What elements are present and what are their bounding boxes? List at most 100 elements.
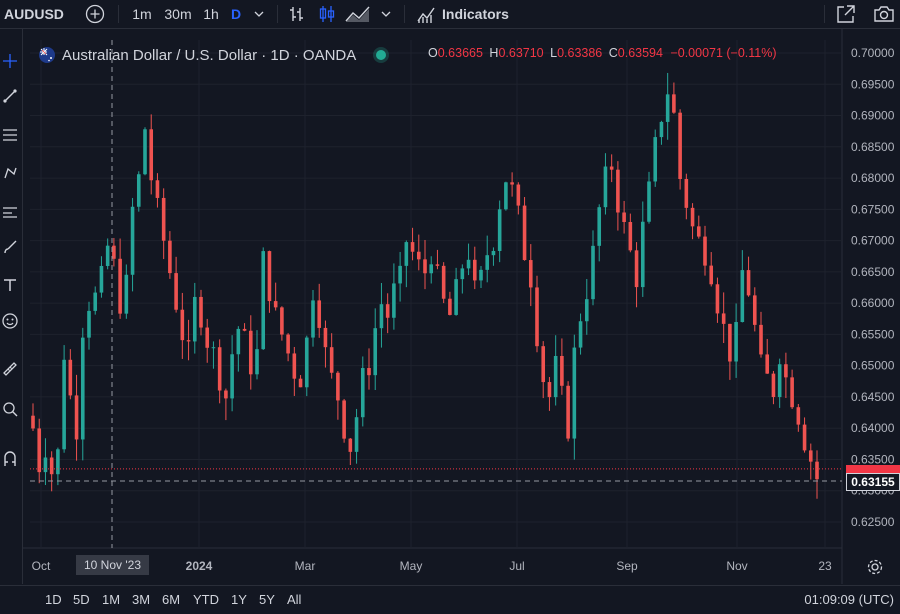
candle-body [765,354,770,374]
camera-icon[interactable] [872,0,896,28]
open-value: 0.63665 [437,46,483,60]
candle-body [616,169,620,213]
candle-body [236,328,241,355]
price-tick-label: 0.66500 [851,265,895,279]
range-6m[interactable]: 6M [162,592,180,607]
range-5y[interactable]: 5Y [259,592,275,607]
candle-body [441,265,446,299]
candle-body [516,184,521,206]
candle-body [211,347,216,349]
market-status-icon[interactable] [376,50,387,60]
candle-body [105,245,110,266]
candle-body [99,265,104,293]
price-tick-label: 0.68500 [851,140,895,154]
candle-body [429,264,434,274]
indicators-button[interactable]: Indicators [442,0,512,28]
range-3m[interactable]: 3M [132,592,150,607]
interval-d[interactable]: D [227,0,245,28]
time-tick-label: Jul [509,559,524,573]
interval-30m[interactable]: 30m [162,0,194,28]
candle-body [174,273,178,310]
candle-body [68,359,73,396]
gear-icon[interactable] [866,558,884,576]
crosshair-tool-icon[interactable] [0,49,20,73]
symbol-search[interactable]: AUDUSD [4,0,64,28]
candle-body [118,258,122,314]
symbol-title[interactable]: Australian Dollar / U.S. Dollar · 1D · O… [62,47,356,64]
price-tick-label: 0.64000 [851,421,895,435]
pattern-tool-icon[interactable] [0,161,20,185]
candles-chart-type-icon[interactable] [316,0,338,28]
chart-pane[interactable]: 0.70000 0.69500 0.69000 0.68500 0.68000 0.675… [23,29,900,584]
fib-tool-icon[interactable] [0,123,20,147]
candle-body [448,298,452,315]
zoom-in-icon[interactable] [0,397,20,421]
time-tick-label: Mar [295,559,316,573]
range-5d[interactable]: 5D [73,592,90,607]
candle-body [404,242,409,266]
candle-body [161,197,166,241]
candle-body [199,296,203,328]
emoji-tool-icon[interactable] [0,309,20,333]
candle-body [591,245,595,300]
interval-1h[interactable]: 1h [199,0,223,28]
interval-1m[interactable]: 1m [128,0,156,28]
fullscreen-popout-icon[interactable] [834,0,858,28]
range-ytd[interactable]: YTD [193,592,219,607]
brush-tool-icon[interactable] [0,235,20,259]
price-tick-label: 0.66000 [851,296,895,310]
bar-chart-type-icon[interactable] [286,0,308,28]
forecast-tool-icon[interactable] [0,200,20,224]
range-1y[interactable]: 1Y [231,592,247,607]
candle-body [578,321,583,348]
candle-body [603,166,608,208]
compare-add-icon[interactable] [84,0,106,28]
high-value: 0.63710 [498,46,544,60]
trendline-tool-icon[interactable] [0,84,20,108]
candle-body [385,304,390,318]
chevron-down-icon[interactable] [249,0,269,28]
candle-body [74,395,79,440]
candle-body [672,94,676,113]
candle-body [547,382,552,398]
candle-body [790,377,794,408]
chevron-down-icon[interactable] [377,0,395,28]
candle-body [354,417,359,452]
candle-body [261,251,266,350]
candle-body [740,270,745,323]
range-all[interactable]: All [287,592,301,607]
candle-body [690,207,695,227]
candle-body [628,222,633,251]
range-1m[interactable]: 1M [102,592,120,607]
candle-body [360,368,365,418]
candle-body [230,354,234,399]
candle-body [367,368,371,376]
ruler-tool-icon[interactable] [0,357,20,381]
candle-body [553,355,558,398]
candle-body [504,182,508,210]
text-tool-icon[interactable] [0,273,20,297]
candle-body [721,313,726,324]
candle-body [728,323,732,362]
candle-body [416,251,421,260]
candle-body [491,250,496,256]
area-chart-type-icon[interactable] [344,0,372,28]
utc-clock[interactable]: 01:09:09 (UTC) [804,592,894,607]
time-tick-label: Sep [616,559,638,573]
price-tick-label: 0.68000 [851,171,895,185]
magnet-icon[interactable] [0,447,20,471]
candle-body [734,322,738,362]
candle-body [398,265,402,284]
candle-body [659,121,664,138]
crosshair-price-label: 0.63155 [846,473,900,491]
candlestick-chart[interactable]: 0.70000 0.69500 0.69000 0.68500 0.68000 0.675… [23,29,900,584]
candle-body [62,359,66,450]
candle-body [149,129,154,181]
candle-body [541,346,546,383]
candle-body [802,424,807,451]
candle-body [31,415,35,429]
indicators-icon[interactable] [414,0,438,28]
candle-body [298,378,303,388]
candle-body [80,337,85,440]
range-1d[interactable]: 1D [45,592,62,607]
